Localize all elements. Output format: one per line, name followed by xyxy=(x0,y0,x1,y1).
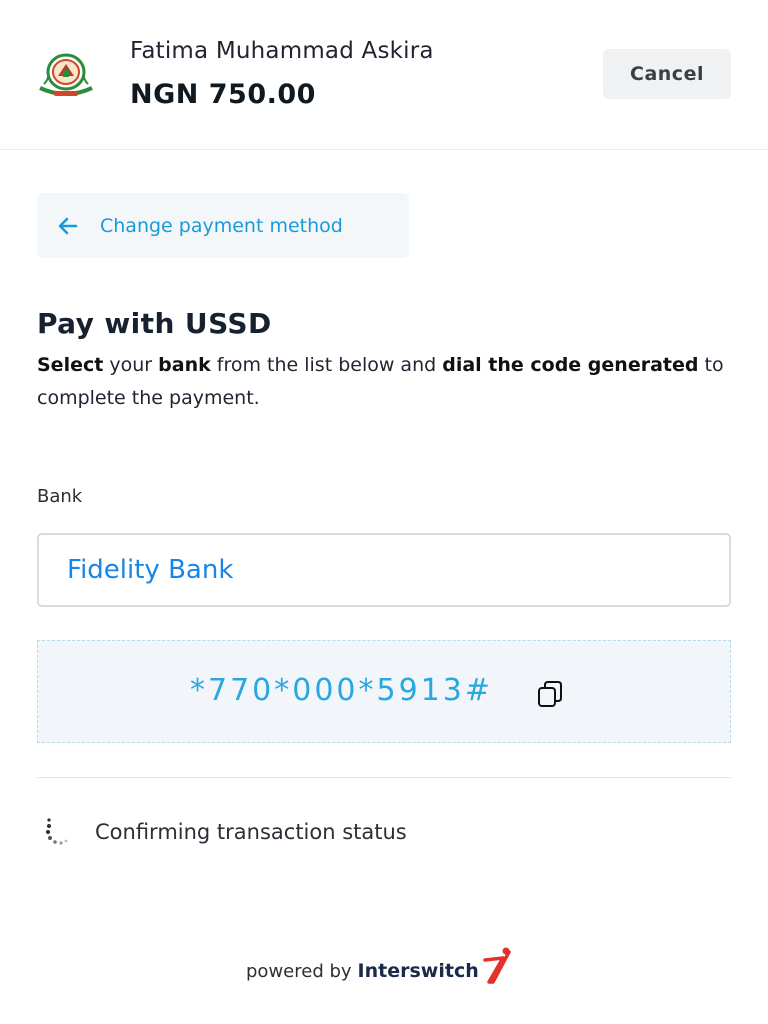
change-payment-method-label: Change payment method xyxy=(100,214,343,237)
ussd-code-box: *770*000*5913# xyxy=(37,640,731,743)
status-text: Confirming transaction status xyxy=(95,820,407,844)
powered-by-label: powered by xyxy=(246,961,352,982)
instruction-bold-select: Select xyxy=(37,354,104,376)
payment-header: Fatima Muhammad Askira NGN 750.00 Cancel xyxy=(0,0,768,150)
merchant-logo xyxy=(39,53,93,96)
merchant-name: Fatima Muhammad Askira xyxy=(130,38,434,64)
interswitch-brand: Interswitch xyxy=(357,960,479,982)
bank-select[interactable]: Fidelity Bank xyxy=(37,533,731,607)
transaction-status: Confirming transaction status xyxy=(45,816,407,848)
interswitch-logo-icon xyxy=(482,947,511,984)
cancel-button[interactable]: Cancel xyxy=(603,49,731,99)
loading-spinner-icon xyxy=(46,818,68,845)
ussd-code: *770*000*5913# xyxy=(190,673,494,708)
bank-field-label: Bank xyxy=(37,486,83,507)
instruction-text-2: from the list below and xyxy=(210,354,443,376)
arrow-left-icon xyxy=(58,217,78,234)
change-payment-method-button[interactable]: Change payment method xyxy=(37,193,409,258)
section-divider xyxy=(37,777,731,778)
copy-icon[interactable] xyxy=(537,680,563,708)
payment-amount: NGN 750.00 xyxy=(130,79,316,110)
bank-selected-value: Fidelity Bank xyxy=(67,555,234,585)
powered-by-footer: powered by Interswitch xyxy=(246,946,511,984)
instruction-bold-dial: dial the code generated xyxy=(442,354,699,376)
instruction-text-1: your xyxy=(103,354,159,376)
instructions-text: Select your bank from the list below and… xyxy=(37,349,737,415)
instruction-bold-bank: bank xyxy=(158,354,211,376)
page-title: Pay with USSD xyxy=(37,307,272,340)
